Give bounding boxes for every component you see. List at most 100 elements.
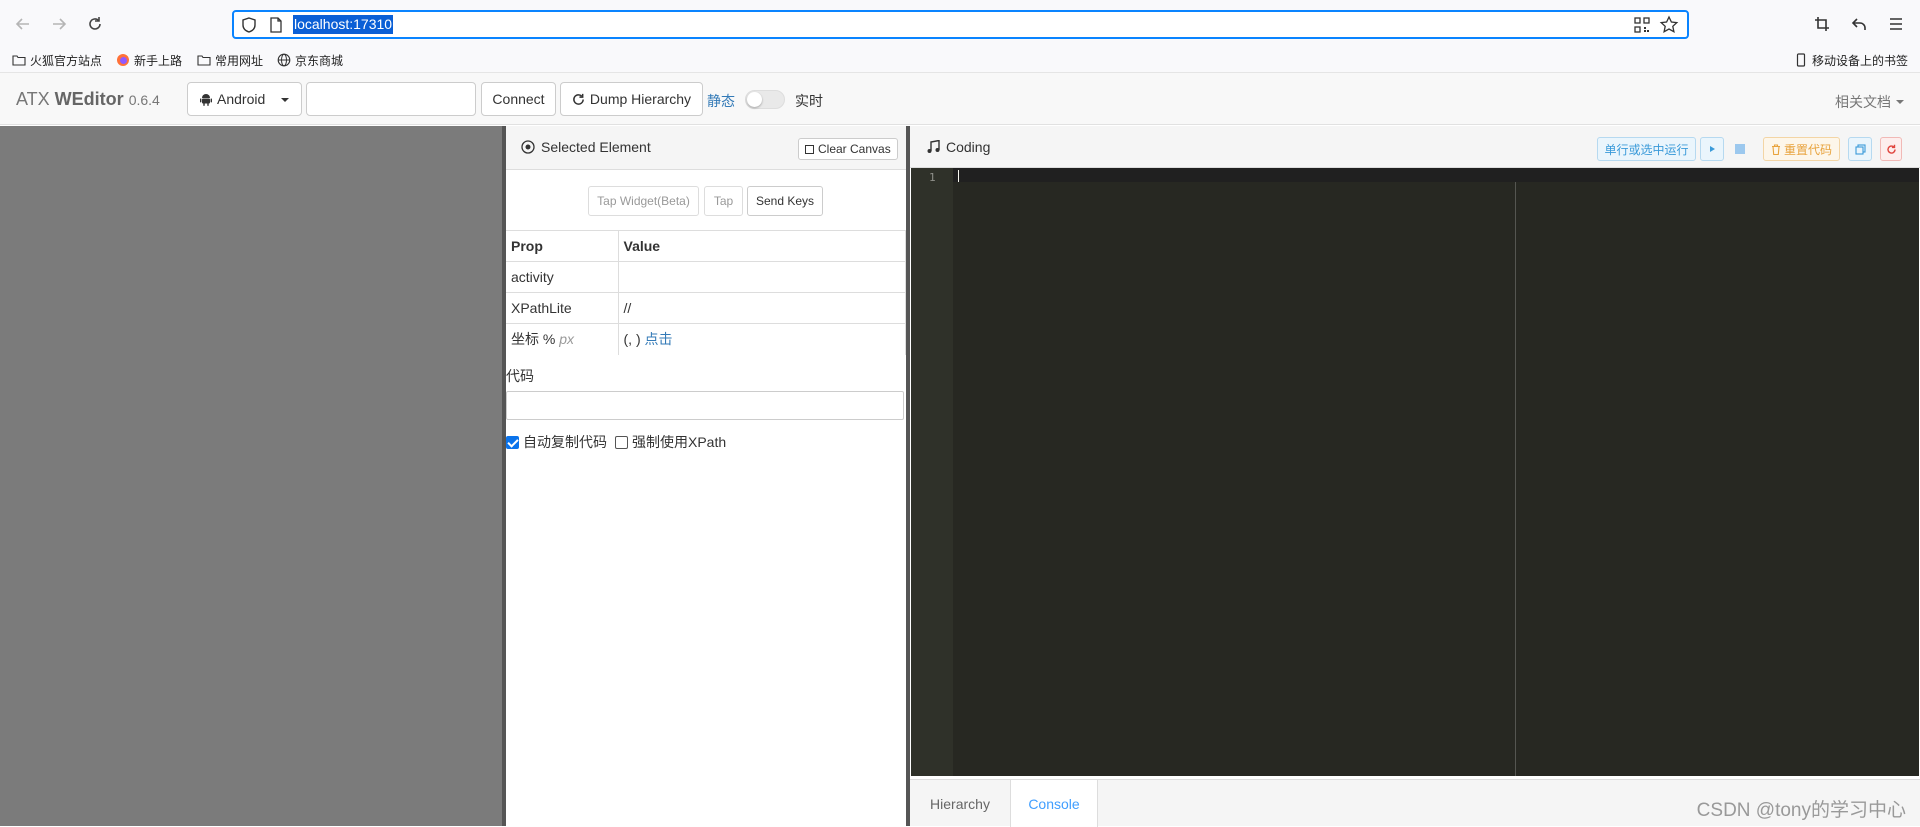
force-xpath-checkbox[interactable] (615, 435, 628, 449)
bookmark-getting-started[interactable]: 新手上路 (116, 50, 182, 70)
value-coordinates: (, ) 点击 (618, 323, 906, 355)
prop-column-header: Prop (506, 230, 619, 262)
chevron-down-icon (281, 98, 289, 102)
print-margin (1515, 182, 1516, 776)
auto-copy-label[interactable]: 自动复制代码 (523, 432, 607, 452)
square-icon (805, 144, 814, 154)
realtime-toggle[interactable] (745, 90, 785, 109)
table-row: activity (506, 261, 906, 293)
qr-code-icon[interactable] (1633, 16, 1651, 34)
clear-canvas-label: Clear Canvas (818, 142, 891, 156)
restart-button[interactable] (1880, 137, 1902, 161)
reset-code-button[interactable]: 重置代码 (1763, 137, 1840, 161)
music-note-icon (927, 140, 940, 153)
forward-arrow-icon[interactable] (47, 12, 71, 36)
mobile-bookmarks-label: 移动设备上的书签 (1811, 53, 1908, 68)
send-keys-label: Send Keys (755, 194, 815, 208)
editor-gutter: 1 (911, 168, 953, 776)
docs-dropdown[interactable]: 相关文档 (1835, 92, 1904, 112)
run-selection-button[interactable]: 单行或选中运行 (1597, 137, 1696, 161)
android-icon (200, 93, 212, 106)
menu-icon[interactable] (1884, 12, 1908, 36)
code-label: 代码 (506, 368, 534, 384)
platform-dropdown[interactable]: Android (187, 82, 302, 116)
tab-hierarchy[interactable]: Hierarchy (912, 780, 1008, 827)
selected-element-panel: Selected Element Clear Canvas Tap Widget… (506, 126, 906, 826)
mobile-bookmarks[interactable]: 移动设备上的书签 (1794, 50, 1908, 70)
page-icon[interactable] (268, 16, 284, 34)
toggle-knob (747, 92, 762, 107)
globe-icon (277, 53, 291, 67)
tab-hierarchy-label: Hierarchy (930, 795, 990, 812)
app-header: ATX WEditor 0.6.4 Android Connect Dump H… (0, 72, 1920, 125)
table-row: XPathLite // (506, 292, 906, 324)
mobile-device-icon (1796, 53, 1806, 67)
coord-prop-label: 坐标 (511, 331, 539, 348)
url-bar[interactable]: localhost:17310 (232, 10, 1689, 39)
dump-hierarchy-label: Dump Hierarchy (589, 91, 692, 107)
line-number: 1 (929, 171, 936, 184)
chevron-down-icon (1896, 100, 1904, 104)
reload-icon[interactable] (83, 12, 107, 36)
bookmark-common-sites[interactable]: 常用网址 (197, 50, 263, 70)
code-options: 自动复制代码 强制使用XPath (506, 432, 726, 452)
undo-icon[interactable] (1847, 12, 1871, 36)
dump-hierarchy-button[interactable]: Dump Hierarchy (560, 82, 703, 116)
selected-element-title: Selected Element (521, 139, 651, 155)
folder-icon (12, 55, 26, 66)
reload-icon (1886, 144, 1896, 154)
code-editor[interactable]: 1 (911, 168, 1919, 776)
element-actions: Tap Widget(Beta) Tap Send Keys (506, 186, 906, 216)
send-keys-button[interactable]: Send Keys (747, 186, 823, 216)
screenshot-icon[interactable] (1810, 12, 1834, 36)
bookmark-firefox-official[interactable]: 火狐官方站点 (12, 50, 102, 70)
tab-console-label: Console (1028, 795, 1080, 812)
stop-button[interactable] (1728, 137, 1752, 161)
connect-button[interactable]: Connect (481, 82, 556, 116)
value-xpathlite: // (618, 292, 906, 324)
selected-element-title-text: Selected Element (541, 139, 651, 155)
prop-coordinates: 坐标 % px (506, 323, 619, 355)
copy-code-button[interactable] (1848, 137, 1872, 161)
trash-icon (1771, 143, 1780, 155)
coding-title-text: Coding (946, 139, 991, 155)
app-brand[interactable]: ATX WEditor 0.6.4 (16, 89, 160, 110)
realtime-mode-label[interactable]: 实时 (795, 91, 823, 111)
properties-table: Prop Value activity XPathLite // 坐标 % px… (506, 230, 906, 355)
tab-console[interactable]: Console (1010, 780, 1098, 827)
table-header-row: Prop Value (506, 230, 906, 262)
coding-title: Coding (926, 139, 990, 155)
folder-icon (197, 55, 211, 66)
generated-code-input[interactable] (506, 391, 904, 420)
coord-value: (, ) (623, 331, 641, 348)
url-text[interactable]: localhost:17310 (293, 15, 394, 34)
bookmark-label: 火狐官方站点 (30, 53, 103, 68)
bookmark-star-icon[interactable] (1659, 15, 1679, 35)
auto-copy-checkbox[interactable] (506, 435, 519, 449)
device-screen-canvas[interactable] (0, 126, 502, 826)
shield-icon[interactable] (240, 16, 258, 34)
play-icon (1710, 146, 1715, 152)
static-mode-label[interactable]: 静态 (707, 91, 735, 111)
coord-px-toggle[interactable]: px (559, 331, 574, 347)
tap-button[interactable]: Tap (704, 186, 743, 216)
value-activity (618, 261, 906, 293)
platform-label: Android (217, 91, 266, 107)
docs-label: 相关文档 (1835, 94, 1891, 110)
value-column-header: Value (618, 230, 906, 262)
run-button[interactable] (1700, 137, 1724, 161)
coord-click-link[interactable]: 点击 (645, 331, 673, 347)
clear-canvas-button[interactable]: Clear Canvas (798, 138, 898, 160)
bookmark-jd-mall[interactable]: 京东商城 (277, 50, 343, 70)
active-line-highlight (911, 168, 1919, 182)
brand-name: WEditor (54, 89, 124, 109)
table-row: 坐标 % px (, ) 点击 (506, 323, 906, 355)
coord-percent-toggle[interactable]: % (543, 331, 555, 347)
tap-widget-button[interactable]: Tap Widget(Beta) (588, 186, 699, 216)
tap-widget-label: Tap Widget(Beta) (597, 194, 690, 208)
force-xpath-label[interactable]: 强制使用XPath (632, 432, 726, 452)
firefox-icon (117, 54, 129, 66)
device-serial-input[interactable] (306, 82, 476, 116)
back-arrow-icon[interactable] (11, 12, 35, 36)
bookmark-label: 常用网址 (215, 53, 264, 68)
